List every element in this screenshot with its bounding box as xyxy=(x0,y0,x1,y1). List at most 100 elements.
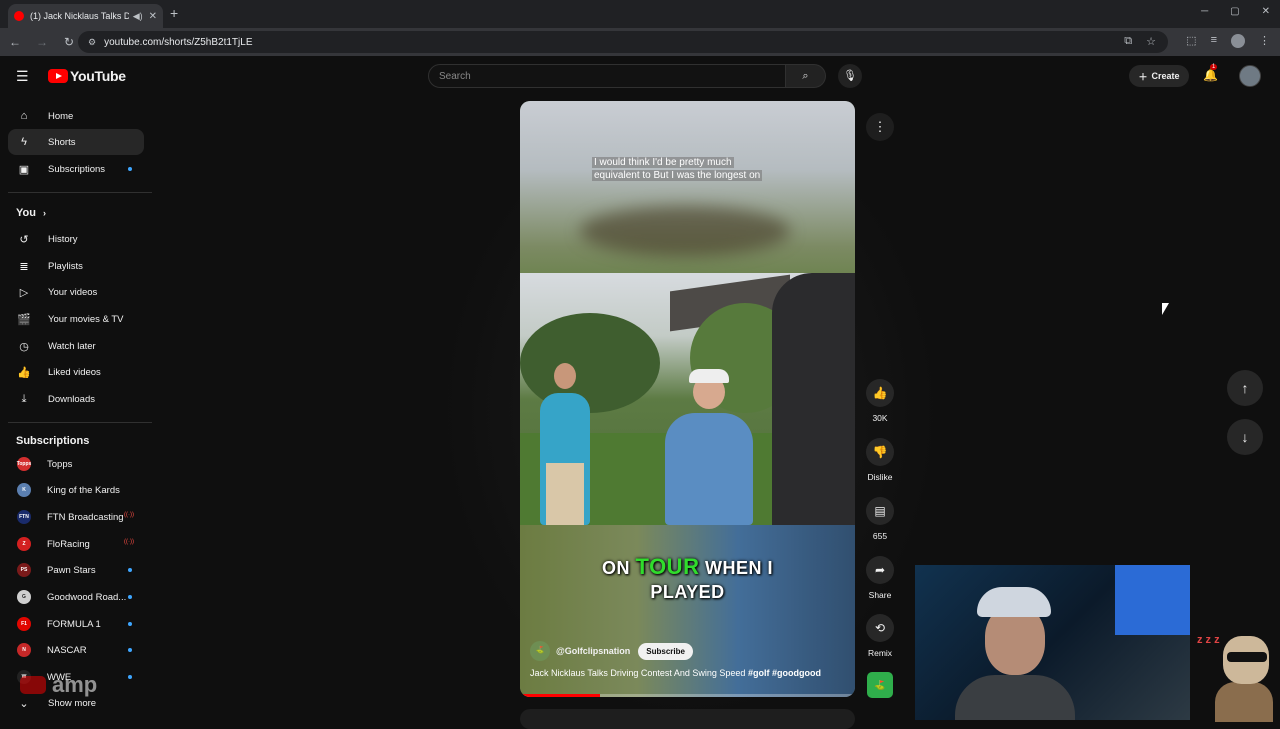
you-heading[interactable]: You › xyxy=(16,207,46,219)
remix-icon[interactable]: ⟲ xyxy=(866,614,894,642)
background-monitor xyxy=(1115,565,1190,635)
video-progress-bar[interactable] xyxy=(520,694,855,697)
big-caption-highlight: TOUR xyxy=(635,554,700,579)
sidebar-item-subscriptions[interactable]: ▣ Subscriptions xyxy=(8,156,144,182)
channel-label: FTN Broadcasting xyxy=(47,511,124,523)
sidebar: ⌂ Home ϟ Shorts ▣ Subscriptions You › ↺ … xyxy=(0,100,152,720)
sidebar-item-label: Watch later xyxy=(48,340,96,352)
sidebar-channel-formula-1[interactable]: F1 FORMULA 1 xyxy=(8,611,144,637)
shorts-video-player[interactable]: I would think I'd be pretty much equival… xyxy=(520,101,855,697)
channel-name[interactable]: @Golfclipsnation xyxy=(556,646,630,656)
browser-tab[interactable]: (1) Jack Nicklaus Talks Drivi ◀) ✕ xyxy=(8,4,163,28)
big-caption-word: ON xyxy=(602,558,631,578)
mascot-overlay: z z z xyxy=(1197,630,1275,722)
channel-avatar[interactable]: ⛳ xyxy=(530,641,550,661)
webcam-overlay xyxy=(915,565,1190,720)
sidebar-item-playlists[interactable]: ≣ Playlists xyxy=(8,253,144,279)
address-bar[interactable]: ⚙ youtube.com/shorts/Z5hB2t1TjLE ⧉ ☆ xyxy=(78,31,1168,53)
show-more-label: Show more xyxy=(48,697,97,709)
sidebar-channel-goodwood[interactable]: G Goodwood Road... xyxy=(8,584,144,610)
sidebar-channel-nascar[interactable]: N NASCAR xyxy=(8,637,144,663)
like-action[interactable]: 👍 30K xyxy=(860,379,900,423)
history-icon: ↺ xyxy=(19,233,29,246)
sidebar-item-shorts[interactable]: ϟ Shorts xyxy=(8,129,144,155)
close-window-button[interactable]: ✕ xyxy=(1262,6,1270,17)
site-info-icon[interactable]: ⚙ xyxy=(88,37,96,48)
playlists-icon: ≣ xyxy=(19,260,29,273)
more-options-button[interactable]: ⋮ xyxy=(866,113,894,141)
tab-close-icon[interactable]: ✕ xyxy=(149,11,157,22)
minimize-button[interactable]: ─ xyxy=(1201,6,1208,17)
install-app-icon[interactable]: ⧉ xyxy=(1124,35,1132,48)
blurred-foreground xyxy=(580,206,790,256)
video-tags[interactable]: #golf #goodgood xyxy=(748,668,821,678)
search-input[interactable]: Search xyxy=(428,64,786,88)
previous-short-button[interactable]: ↑ xyxy=(1227,370,1263,406)
sidebar-channel-king-of-the-kards[interactable]: K King of the Kards xyxy=(8,477,144,503)
search-button[interactable]: ⌕ xyxy=(786,64,826,88)
thumbs-down-icon[interactable]: 👎 xyxy=(866,438,894,466)
sidebar-item-label: Liked videos xyxy=(48,366,101,378)
thumbs-up-icon[interactable]: 👍 xyxy=(866,379,894,407)
video-title[interactable]: Jack Nicklaus Talks Driving Contest And … xyxy=(530,668,850,678)
dislike-action[interactable]: 👎 Dislike xyxy=(860,438,900,482)
sidebar-item-liked-videos[interactable]: 👍 Liked videos xyxy=(8,359,144,385)
channel-avatar: N xyxy=(17,643,31,657)
next-short-peek xyxy=(520,709,855,729)
create-button[interactable]: ＋ Create xyxy=(1129,65,1189,87)
comments-action[interactable]: ▤ 655 xyxy=(860,497,900,541)
chevron-down-icon: ⌄ xyxy=(19,697,29,710)
sidebar-item-watch-later[interactable]: ◷ Watch later xyxy=(8,333,144,359)
sidebar-channel-ftn[interactable]: FTN FTN Broadcasting ((·)) xyxy=(8,504,144,530)
youtube-logo[interactable]: YouTube xyxy=(48,68,126,84)
voice-search-button[interactable]: 🎙 xyxy=(838,64,862,88)
sidebar-item-your-videos[interactable]: ▷ Your videos xyxy=(8,279,144,305)
bookmark-star-icon[interactable]: ☆ xyxy=(1146,35,1156,48)
back-arrow-icon[interactable]: ← xyxy=(3,35,27,49)
share-action[interactable]: ➦ Share xyxy=(860,556,900,600)
sidebar-item-label: Downloads xyxy=(48,393,95,405)
divider xyxy=(8,422,152,423)
share-label: Share xyxy=(868,590,892,600)
new-tab-button[interactable]: + xyxy=(170,5,178,21)
chrome-menu-icon[interactable]: ⋮ xyxy=(1259,34,1270,48)
sidebar-item-label: Subscriptions xyxy=(48,163,106,175)
sidebar-item-movies-tv[interactable]: 🎬 Your movies & TV xyxy=(8,306,144,332)
remix-label: Remix xyxy=(867,648,893,658)
forward-arrow-icon[interactable]: → xyxy=(30,35,54,49)
share-arrow-icon[interactable]: ➦ xyxy=(866,556,894,584)
sound-thumbnail[interactable]: ⛳ xyxy=(867,672,893,698)
chevron-right-icon: › xyxy=(43,208,47,218)
channel-avatar: PS xyxy=(17,563,31,577)
profile-avatar[interactable] xyxy=(1231,34,1245,48)
notifications-button[interactable]: 🔔 1 xyxy=(1203,64,1218,82)
download-icon: ⤓ xyxy=(21,392,27,405)
maximize-button[interactable]: ▢ xyxy=(1230,6,1239,17)
sidebar-channel-pawn-stars[interactable]: PS Pawn Stars xyxy=(8,557,144,583)
sidebar-item-downloads[interactable]: ⤓ Downloads xyxy=(8,386,144,412)
sidebar-channel-floracing[interactable]: Z FloRacing ((·)) xyxy=(8,531,144,557)
video-title-text: Jack Nicklaus Talks Driving Contest And … xyxy=(530,668,746,678)
extensions-icon[interactable]: ⬚ xyxy=(1186,34,1196,48)
youtube-header: ☰ YouTube Search ⌕ 🎙 ＋ Create 🔔 1 xyxy=(0,56,1280,100)
sidebar-item-home[interactable]: ⌂ Home xyxy=(8,103,144,129)
subscribe-button[interactable]: Subscribe xyxy=(638,642,693,660)
new-content-dot xyxy=(128,648,132,652)
channel-label: King of the Kards xyxy=(47,484,120,496)
speaker-icon[interactable]: ◀) xyxy=(133,11,143,22)
plus-icon: ＋ xyxy=(1138,71,1148,82)
comment-icon[interactable]: ▤ xyxy=(866,497,894,525)
mascot-body xyxy=(1215,682,1273,722)
browser-tab-strip: (1) Jack Nicklaus Talks Drivi ◀) ✕ + ─ ▢… xyxy=(0,0,1280,28)
sidebar-item-history[interactable]: ↺ History xyxy=(8,226,144,252)
sidebar-channel-topps[interactable]: Topps Topps xyxy=(8,451,144,477)
url-text[interactable]: youtube.com/shorts/Z5hB2t1TjLE xyxy=(104,37,252,48)
menu-hamburger-icon[interactable]: ☰ xyxy=(16,68,29,85)
streamer-cap xyxy=(977,587,1051,617)
media-controls-icon[interactable]: ≡ xyxy=(1211,34,1217,48)
big-caption: ON TOUR WHEN I PLAYED xyxy=(550,555,825,604)
streamer-body xyxy=(955,675,1075,720)
account-avatar[interactable] xyxy=(1239,65,1261,87)
remix-action[interactable]: ⟲ Remix xyxy=(860,614,900,658)
next-short-button[interactable]: ↓ xyxy=(1227,419,1263,455)
